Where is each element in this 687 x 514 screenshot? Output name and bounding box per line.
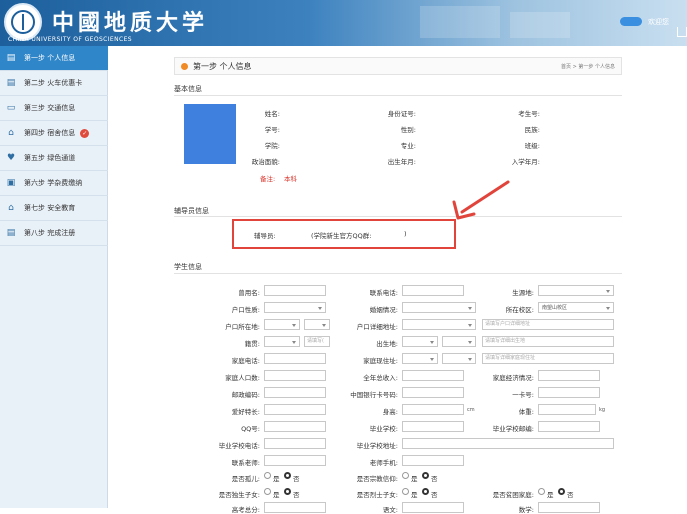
annotation-arrow — [452, 180, 510, 220]
